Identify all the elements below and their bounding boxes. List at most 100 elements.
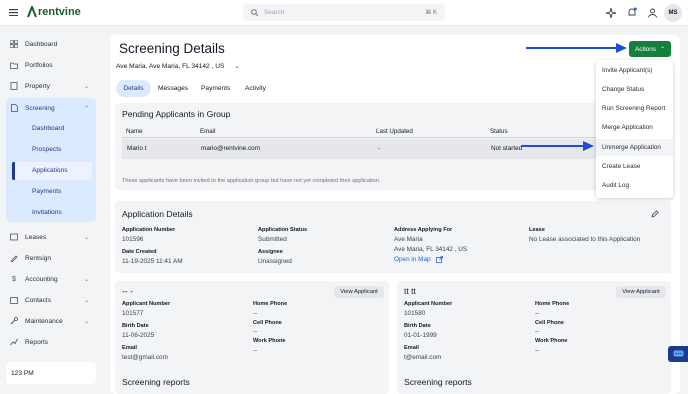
applicant-card: -- - View Applicant Applicant Number 101… bbox=[115, 281, 389, 394]
sidebar-item-reports[interactable]: Reports bbox=[9, 334, 95, 350]
work-phone-label: Work Phone bbox=[253, 338, 286, 344]
tab-messages[interactable]: Messages bbox=[158, 85, 188, 92]
application-details-card: Application Details Application Number 1… bbox=[115, 201, 671, 273]
tab-label: Details bbox=[123, 85, 144, 92]
menu-item-merge-application[interactable]: Merge Application bbox=[602, 124, 653, 131]
menu-item-unmerge-application[interactable]: Unmerge Application bbox=[596, 139, 673, 156]
pending-title: Pending Applicants in Group bbox=[122, 109, 231, 119]
applicant-name: tt tt bbox=[404, 286, 416, 296]
sidebar-item-label: Rentsign bbox=[25, 254, 52, 262]
notifications-icon[interactable] bbox=[627, 7, 637, 18]
pending-note: These applicants have been invited to th… bbox=[122, 178, 381, 184]
sidebar-sub-applications-active[interactable]: Applications bbox=[12, 162, 92, 180]
open-in-map-link[interactable]: Open in Map bbox=[394, 256, 443, 263]
menu-item-change-status[interactable]: Change Status bbox=[602, 86, 644, 93]
email-label: Email bbox=[404, 345, 419, 351]
cell-name: Mario t bbox=[127, 145, 147, 152]
search-icon bbox=[251, 9, 258, 16]
sidebar-item-screening[interactable]: Screening ⌃ bbox=[9, 100, 95, 116]
avatar[interactable]: MS bbox=[664, 4, 682, 22]
menu-item-audit-log[interactable]: Audit Log bbox=[602, 182, 629, 189]
sidebar-item-dashboard[interactable]: Dashboard bbox=[9, 36, 95, 52]
sidebar-item-rentsign[interactable]: Rentsign bbox=[9, 250, 95, 266]
address-selector[interactable]: Ave Maria, Ave Maria, FL 34142 , US ⌄ bbox=[116, 63, 239, 70]
top-bar: rentvine Search ⌘ K MS bbox=[0, 0, 688, 26]
hamburger-menu-icon[interactable] bbox=[9, 9, 18, 16]
chevron-down-icon: ⌄ bbox=[83, 297, 89, 304]
sidebar-item-label: Portfolios bbox=[25, 61, 53, 69]
page-title: Screening Details bbox=[119, 41, 225, 56]
open-in-map-label: Open in Map bbox=[394, 256, 431, 263]
building-icon bbox=[9, 82, 19, 90]
sidebar-item-maintenance[interactable]: Maintenance ⌄ bbox=[9, 313, 95, 329]
application-number-value: 101596 bbox=[122, 236, 144, 243]
application-status-label: Application Status bbox=[258, 227, 308, 233]
chat-icon bbox=[673, 350, 684, 358]
actions-button[interactable]: Actions ⌃ bbox=[629, 41, 671, 57]
document-icon bbox=[9, 104, 19, 112]
menu-item-create-lease[interactable]: Create Lease bbox=[602, 163, 640, 170]
chevron-down-icon: ⌄ bbox=[83, 276, 89, 283]
grid-icon bbox=[9, 40, 19, 48]
sidebar-sub-invitations[interactable]: Invitations bbox=[32, 209, 62, 216]
applicant-card: tt tt View Applicant Applicant Number 10… bbox=[397, 281, 671, 394]
cell-phone-value: -- bbox=[535, 328, 540, 335]
sidebar-item-label: Maintenance bbox=[25, 317, 63, 325]
screening-expanded-bg bbox=[6, 98, 96, 222]
applicant-number-label: Applicant Number bbox=[404, 301, 453, 307]
menu-item-invite-applicants[interactable]: Invite Applicant(s) bbox=[602, 67, 652, 74]
sidebar-item-leases[interactable]: Leases ⌄ bbox=[9, 229, 95, 245]
chat-widget-button[interactable] bbox=[668, 346, 688, 362]
birth-date-label: Birth Date bbox=[122, 323, 149, 329]
sidebar-item-accounting[interactable]: $ Accounting ⌄ bbox=[9, 271, 95, 287]
sidebar-item-label: Property bbox=[25, 82, 50, 90]
menu-item-label: Unmerge Application bbox=[602, 144, 661, 151]
sidebar-sub-dashboard[interactable]: Dashboard bbox=[32, 125, 64, 132]
sidebar-sub-payments[interactable]: Payments bbox=[32, 188, 61, 195]
header-divider bbox=[122, 137, 602, 138]
sparkle-icon[interactable] bbox=[606, 8, 616, 18]
sidebar-item-property[interactable]: Property ⌄ bbox=[9, 78, 95, 94]
edit-icon[interactable] bbox=[651, 210, 659, 218]
cell-status: Not started bbox=[491, 145, 523, 152]
sidebar-item-label: Dashboard bbox=[25, 40, 58, 48]
screening-reports-heading: Screening reports bbox=[404, 377, 472, 387]
sidebar-footer-box[interactable]: 123 PM bbox=[6, 362, 96, 384]
column-header-name: Name bbox=[126, 128, 143, 135]
sidebar-item-contacts[interactable]: Contacts ⌄ bbox=[9, 292, 95, 308]
brand-logo[interactable]: rentvine bbox=[27, 6, 81, 18]
applicant-number-label: Applicant Number bbox=[122, 301, 171, 307]
sidebar-sub-prospects[interactable]: Prospects bbox=[32, 146, 61, 153]
sidebar-item-portfolios[interactable]: Portfolios bbox=[9, 57, 95, 73]
email-value: test@gmail.com bbox=[122, 354, 168, 361]
home-phone-label: Home Phone bbox=[535, 301, 570, 307]
chevron-up-icon: ⌃ bbox=[659, 46, 665, 53]
applicant-name: -- - bbox=[122, 286, 133, 296]
home-phone-label: Home Phone bbox=[253, 301, 288, 307]
column-header-status: Status bbox=[490, 128, 508, 135]
tab-details[interactable]: Details bbox=[116, 80, 151, 97]
lease-label: Lease bbox=[529, 227, 545, 233]
sidebar-item-label: Contacts bbox=[25, 296, 52, 304]
wrench-icon bbox=[9, 317, 19, 325]
pen-icon bbox=[9, 254, 19, 262]
contacts-icon bbox=[9, 296, 19, 304]
user-settings-icon[interactable] bbox=[648, 8, 657, 18]
brand-name: rentvine bbox=[38, 6, 81, 18]
tab-activity[interactable]: Activity bbox=[245, 85, 266, 92]
view-applicant-button[interactable]: View Applicant bbox=[334, 286, 384, 298]
avatar-initials: MS bbox=[668, 10, 678, 16]
tab-payments[interactable]: Payments bbox=[201, 85, 230, 92]
cell-last-updated: - bbox=[378, 145, 381, 152]
search-input[interactable]: Search bbox=[264, 9, 425, 16]
sidebar-footer-text: 123 PM bbox=[11, 369, 34, 377]
column-header-last-updated: Last Updated bbox=[376, 128, 413, 135]
search-bar[interactable]: Search ⌘ K bbox=[243, 4, 445, 21]
date-created-label: Date Created bbox=[122, 249, 157, 255]
birth-date-label: Birth Date bbox=[404, 323, 431, 329]
sidebar-item-label: Accounting bbox=[25, 275, 58, 283]
birth-date-value: 01-01-1999 bbox=[404, 332, 437, 339]
menu-item-run-screening-report[interactable]: Run Screening Report bbox=[602, 105, 665, 112]
actions-dropdown-menu: Invite Applicant(s) Change Status Run Sc… bbox=[596, 60, 673, 198]
view-applicant-button[interactable]: View Applicant bbox=[616, 286, 666, 298]
